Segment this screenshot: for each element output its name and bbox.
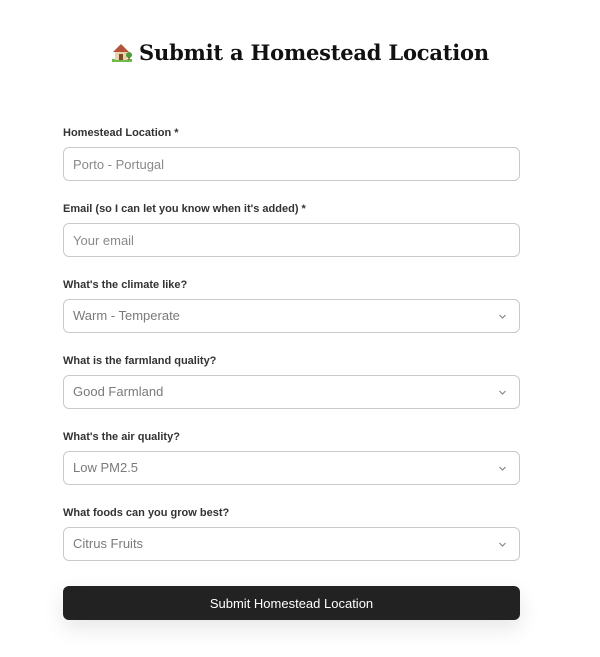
foods-select[interactable]: Citrus Fruits: [63, 527, 520, 561]
email-input[interactable]: [63, 223, 520, 257]
farmland-label: What is the farmland quality?: [63, 355, 217, 367]
email-label: Email (so I can let you know when it's a…: [63, 203, 306, 215]
email-field-group: Email (so I can let you know when it's a…: [63, 202, 520, 257]
climate-field-group: What's the climate like? Warm - Temperat…: [63, 278, 520, 333]
chevron-down-icon: [499, 542, 506, 547]
climate-label: What's the climate like?: [63, 279, 188, 291]
location-label: Homestead Location *: [63, 127, 179, 139]
chevron-down-icon: [499, 390, 506, 395]
chevron-down-icon: [499, 466, 506, 471]
submit-button[interactable]: Submit Homestead Location: [63, 586, 520, 620]
air-field-group: What's the air quality? Low PM2.5: [63, 430, 520, 485]
location-input[interactable]: [63, 147, 520, 181]
climate-selected-value: Warm - Temperate: [73, 308, 180, 323]
foods-label: What foods can you grow best?: [63, 507, 230, 519]
location-field-group: Homestead Location *: [63, 126, 520, 181]
air-label: What's the air quality?: [63, 431, 180, 443]
air-selected-value: Low PM2.5: [73, 460, 139, 475]
foods-selected-value: Citrus Fruits: [73, 536, 144, 551]
air-select[interactable]: Low PM2.5: [63, 451, 520, 485]
farmland-select[interactable]: Good Farmland: [63, 375, 520, 409]
farmland-selected-value: Good Farmland: [73, 384, 164, 399]
page-title: Submit a Homestead Location: [139, 39, 489, 65]
foods-field-group: What foods can you grow best? Citrus Fru…: [63, 506, 520, 561]
climate-select[interactable]: Warm - Temperate: [63, 299, 520, 333]
title-row: Submit a Homestead Location: [0, 36, 600, 68]
house-with-garden-icon: [111, 41, 133, 63]
chevron-down-icon: [499, 314, 506, 319]
farmland-field-group: What is the farmland quality? Good Farml…: [63, 354, 520, 409]
submission-page: Submit a Homestead Location Homestead Lo…: [0, 0, 600, 657]
